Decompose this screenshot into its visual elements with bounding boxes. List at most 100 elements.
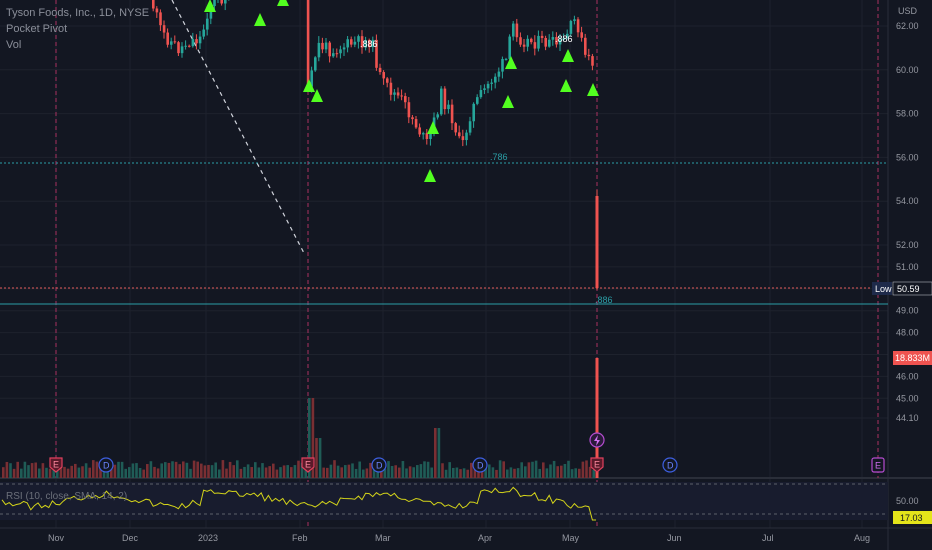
candle-body-79 — [436, 114, 439, 118]
dividend-marker-6[interactable]: D — [662, 457, 678, 473]
candle-body-91 — [479, 90, 483, 98]
volume-bar-82 — [297, 460, 300, 478]
dividend-marker-4[interactable]: D — [472, 457, 488, 473]
volume-bar-116 — [419, 464, 423, 478]
volume-bar-108 — [390, 466, 394, 478]
candle-body-110 — [548, 39, 551, 47]
volume-bar-74 — [268, 466, 271, 478]
volume-bar-52 — [189, 468, 192, 478]
candle-body-43 — [306, 0, 310, 87]
chart-canvas[interactable]: .886 .886 .786 .886 E D E D D E D E USD 62.00 60.00 58.… — [0, 0, 932, 550]
candle-body-4 — [166, 32, 169, 45]
volume-bar-23 — [84, 463, 88, 478]
pocket-pivot-triangle-2 — [277, 0, 289, 6]
price-tick-label-9: 48.00 — [896, 328, 919, 338]
pocket-pivot-triangle-3 — [303, 79, 315, 92]
volume-bar-49 — [178, 464, 181, 478]
candle-body-121 — [587, 54, 591, 57]
candle-body-63 — [378, 67, 382, 73]
volume-bar-3 — [12, 468, 16, 478]
volume-bar-124 — [448, 462, 451, 478]
volume-bar-6 — [23, 461, 27, 478]
volume-bar-56 — [203, 465, 207, 478]
volume-bar-148 — [534, 460, 538, 478]
pocket-pivot-triangle-10 — [562, 49, 574, 62]
candle-body-104 — [526, 38, 529, 47]
pocket-pivot-triangle-7 — [502, 95, 514, 108]
candle-body-46 — [317, 42, 321, 58]
candle-body-108 — [540, 35, 544, 38]
volume-bar-58 — [210, 465, 214, 478]
candle-body-7 — [177, 42, 180, 54]
candle-body-71 — [407, 102, 411, 118]
volume-bar-94 — [340, 467, 343, 478]
candle-body-51 — [335, 53, 339, 55]
candle-body-98 — [504, 58, 508, 60]
volume-bar-120 — [434, 428, 437, 478]
candle-body-14 — [202, 29, 205, 37]
dividend-marker-1[interactable]: D — [98, 457, 114, 473]
volume-bar-153 — [552, 460, 556, 478]
volume-bar-41 — [149, 461, 153, 478]
time-tick-label-5: Apr — [478, 533, 492, 543]
volume-bar-125 — [452, 467, 455, 478]
candle-body-90 — [476, 97, 479, 104]
volume-bar-21 — [77, 467, 81, 478]
volume-bar-130 — [470, 462, 473, 478]
volume-bar-67 — [243, 466, 246, 478]
volume-bar-78 — [282, 465, 286, 478]
volume-bar-0 — [2, 467, 5, 478]
volume-bar-22 — [81, 466, 84, 478]
candle-body-102 — [519, 37, 522, 45]
candle-body-11 — [191, 39, 195, 47]
volume-bar-158 — [570, 469, 574, 478]
candle-body-87 — [465, 132, 468, 141]
time-tick-label-4: Mar — [375, 533, 391, 543]
volume-bar-107 — [387, 461, 390, 478]
volume-bar-81 — [293, 465, 297, 478]
volume-bar-70 — [254, 462, 257, 478]
volume-bar-154 — [556, 466, 559, 478]
price-tick-label-13: 44.10 — [896, 413, 919, 423]
volume-bar-62 — [225, 468, 228, 478]
pocket-pivot-triangle-5 — [427, 121, 439, 134]
earnings-letter-7: E — [875, 461, 881, 471]
price-tick-label-2: 58.00 — [896, 109, 919, 119]
pocket-pivot-label: Pocket Pivot — [6, 23, 68, 35]
volume-bar-95 — [344, 465, 347, 478]
candle-body-56 — [353, 41, 357, 45]
candle-body-122 — [591, 56, 594, 66]
volume-bar-10 — [38, 468, 41, 478]
candle-body-68 — [396, 92, 400, 96]
volume-bar-142 — [513, 468, 516, 478]
volume-bar-101 — [365, 468, 369, 478]
volume-bar-89 — [322, 467, 325, 478]
volume-bar-152 — [549, 464, 552, 478]
volume-bar-54 — [196, 461, 199, 478]
dividend-marker-3[interactable]: D — [371, 457, 387, 473]
volume-bar-25 — [92, 460, 95, 478]
candle-body-67 — [393, 92, 396, 95]
candle-body-64 — [382, 72, 385, 79]
candle-body-105 — [530, 38, 533, 43]
candle-body-69 — [400, 95, 403, 97]
earnings-marker-7[interactable]: E — [871, 457, 885, 473]
volume-bar-112 — [405, 468, 408, 478]
fib-label-lower: .886 — [595, 295, 613, 305]
volume-bar-122 — [441, 463, 444, 478]
volume-bar-26 — [95, 461, 99, 478]
volume-bar-45 — [164, 462, 167, 478]
candle-body-9 — [184, 45, 187, 47]
volume-bar-63 — [228, 461, 232, 478]
volume-bar-35 — [128, 467, 131, 478]
candle-body-73 — [414, 119, 418, 128]
price-tick-label-4: 54.00 — [896, 196, 919, 206]
volume-bar-126 — [455, 467, 459, 478]
volume-bar-75 — [272, 463, 275, 478]
volume-bar-155 — [560, 465, 563, 478]
price-tick-label-1: 60.00 — [896, 65, 919, 75]
volume-bar-61 — [221, 460, 225, 478]
candle-body-117 — [573, 19, 576, 21]
volume-bar-160 — [578, 468, 581, 478]
candle-body-100 — [512, 23, 515, 37]
